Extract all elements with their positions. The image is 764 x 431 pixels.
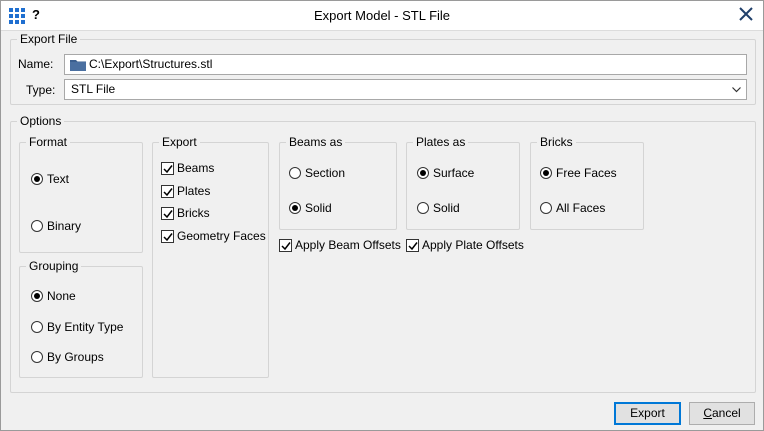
- options-legend: Options: [17, 114, 65, 128]
- name-field[interactable]: C:\Export\Structures.stl: [64, 54, 747, 75]
- window-title: Export Model - STL File: [313, 8, 451, 23]
- type-label: Type:: [26, 83, 56, 97]
- close-button[interactable]: [733, 4, 759, 28]
- export-button[interactable]: Export: [614, 402, 681, 425]
- export-file-group: Export File Name: C:\Export\Structures.s…: [10, 32, 756, 105]
- folder-icon: [70, 60, 86, 71]
- close-icon: [739, 7, 753, 21]
- title-bar: ? Export Model - STL File: [1, 1, 763, 31]
- name-label: Name:: [18, 57, 54, 71]
- beams-as-legend: Beams as: [286, 135, 346, 149]
- chevron-down-icon: [732, 87, 741, 93]
- export-stl-dialog: ? Export Model - STL File Export File Na…: [0, 0, 764, 431]
- beams-as-group: Beams as Section Solid: [279, 135, 397, 230]
- plates-as-legend: Plates as: [413, 135, 469, 149]
- plates-as-group: Plates as Surface Solid: [406, 135, 520, 230]
- export-file-legend: Export File: [17, 32, 81, 46]
- name-value: C:\Export\Structures.stl: [89, 57, 213, 71]
- type-value: STL File: [71, 82, 116, 96]
- bricks-group: Bricks Free Faces All Faces: [530, 135, 644, 230]
- format-group: Format Text Binary: [19, 135, 143, 253]
- export-group: Export Beams Plates Bricks Geometry Face…: [152, 135, 269, 378]
- type-select[interactable]: STL File: [64, 79, 747, 100]
- format-legend: Format: [26, 135, 71, 149]
- grouping-legend: Grouping: [26, 259, 82, 273]
- cancel-button[interactable]: Cancel: [689, 402, 755, 425]
- grouping-group: Grouping None By Entity Type By Groups: [19, 259, 143, 378]
- export-legend: Export: [159, 135, 200, 149]
- bricks-legend: Bricks: [537, 135, 576, 149]
